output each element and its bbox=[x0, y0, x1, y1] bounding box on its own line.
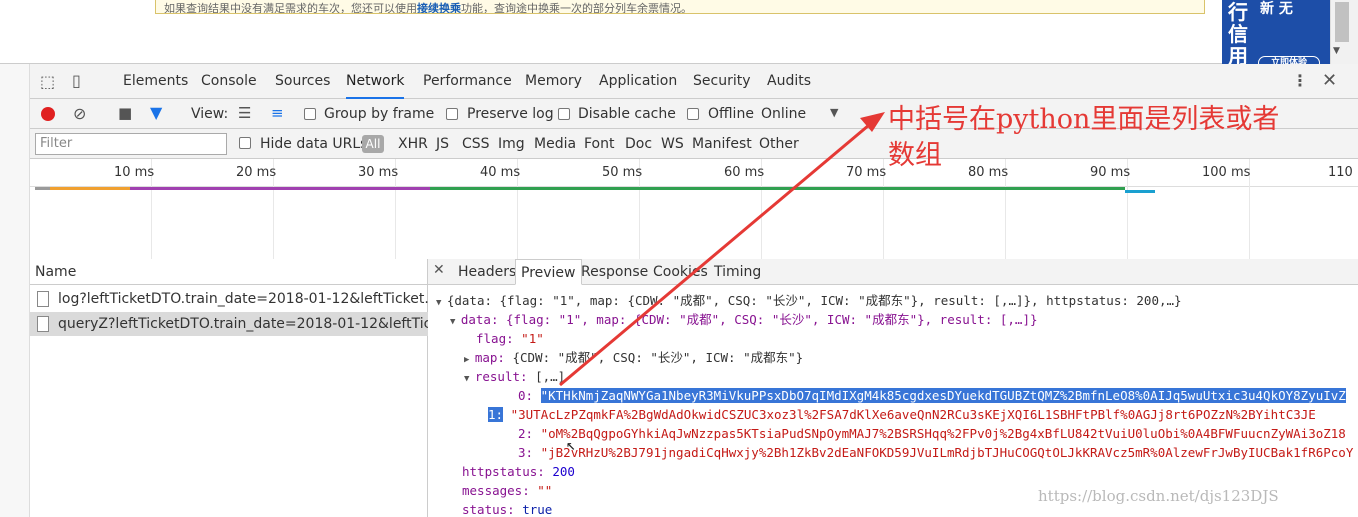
annotation-arrow bbox=[559, 112, 885, 387]
annotation-line-1: 中括号在python里面是列表或者 bbox=[888, 104, 1280, 135]
annotation-line-2: 数组 bbox=[888, 140, 942, 171]
arrow-line bbox=[559, 118, 876, 387]
watermark: https://blog.csdn.net/djs123DJS bbox=[1038, 487, 1279, 505]
annotation-text: 中括号在python里面是列表或者 数组 bbox=[888, 102, 1348, 174]
